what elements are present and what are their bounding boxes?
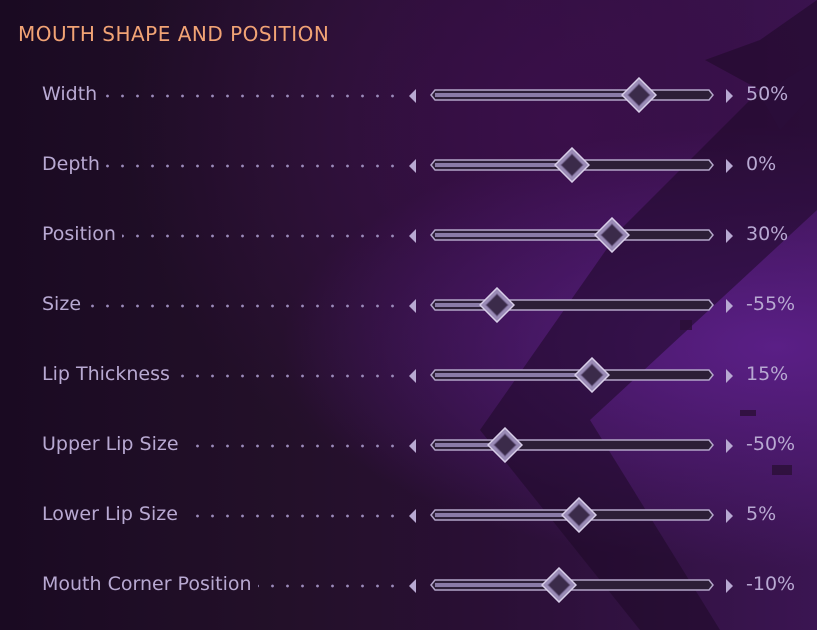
slider-row: Upper Lip Size -50% xyxy=(0,425,817,465)
slider-value: 0% xyxy=(746,153,777,175)
left-arrow-icon[interactable] xyxy=(409,509,416,523)
left-arrow-icon[interactable] xyxy=(409,369,416,383)
diamond-thumb-icon[interactable] xyxy=(574,356,611,394)
right-arrow-icon[interactable] xyxy=(726,579,733,593)
slider-label: Position xyxy=(42,223,116,245)
slider-label: Size xyxy=(42,293,82,315)
slider-value: 15% xyxy=(746,363,789,385)
slider-label: Mouth Corner Position xyxy=(42,573,252,595)
slider-track[interactable] xyxy=(430,439,714,451)
left-arrow-icon[interactable] xyxy=(409,89,416,103)
panel-title: MOUTH SHAPE AND POSITION xyxy=(18,22,330,46)
slider-row: Lip Thickness 15% xyxy=(0,355,817,395)
left-arrow-icon[interactable] xyxy=(409,229,416,243)
dotted-leader xyxy=(87,304,400,308)
slider-label: Upper Lip Size xyxy=(42,433,179,455)
slider-row: Size -55% xyxy=(0,285,817,325)
slider-row: Position 30% xyxy=(0,215,817,255)
right-arrow-icon[interactable] xyxy=(726,229,733,243)
slider-row: Lower Lip Size 5% xyxy=(0,495,817,535)
dotted-leader xyxy=(185,444,400,448)
right-arrow-icon[interactable] xyxy=(726,439,733,453)
slider-track[interactable] xyxy=(430,369,714,381)
slider-value: 5% xyxy=(746,503,777,525)
slider-value: 50% xyxy=(746,83,789,105)
diamond-thumb-icon[interactable] xyxy=(560,496,597,534)
dotted-leader xyxy=(184,514,400,518)
slider-label: Width xyxy=(42,83,98,105)
dotted-leader xyxy=(176,374,400,378)
diamond-thumb-icon[interactable] xyxy=(553,146,591,184)
slider-track[interactable] xyxy=(430,229,714,241)
slider-value: -55% xyxy=(746,293,796,315)
dotted-leader xyxy=(258,584,400,588)
diamond-thumb-icon[interactable] xyxy=(540,566,577,604)
slider-value: 30% xyxy=(746,223,789,245)
diamond-thumb-icon[interactable] xyxy=(620,76,658,114)
slider-row: Width 50% xyxy=(0,75,817,115)
right-arrow-icon[interactable] xyxy=(726,89,733,103)
dotted-leader xyxy=(106,164,400,168)
right-arrow-icon[interactable] xyxy=(726,159,733,173)
left-arrow-icon[interactable] xyxy=(409,299,416,313)
right-arrow-icon[interactable] xyxy=(726,509,733,523)
right-arrow-icon[interactable] xyxy=(726,299,733,313)
slider-row: Depth 0% xyxy=(0,145,817,185)
diamond-thumb-icon[interactable] xyxy=(486,426,524,464)
left-arrow-icon[interactable] xyxy=(409,159,416,173)
left-arrow-icon[interactable] xyxy=(409,579,416,593)
slider-track[interactable] xyxy=(430,89,714,101)
diamond-thumb-icon[interactable] xyxy=(594,216,631,254)
diamond-thumb-icon[interactable] xyxy=(478,286,516,324)
dotted-leader xyxy=(103,94,400,98)
slider-track[interactable] xyxy=(430,299,714,311)
slider-label: Lower Lip Size xyxy=(42,503,178,525)
slider-row: Mouth Corner Position -10% xyxy=(0,565,817,605)
slider-label: Lip Thickness xyxy=(42,363,170,385)
right-arrow-icon[interactable] xyxy=(726,369,733,383)
dotted-leader xyxy=(122,234,400,238)
left-arrow-icon[interactable] xyxy=(409,439,416,453)
slider-label: Depth xyxy=(42,153,100,175)
slider-value: -10% xyxy=(746,573,796,595)
slider-value: -50% xyxy=(746,433,796,455)
